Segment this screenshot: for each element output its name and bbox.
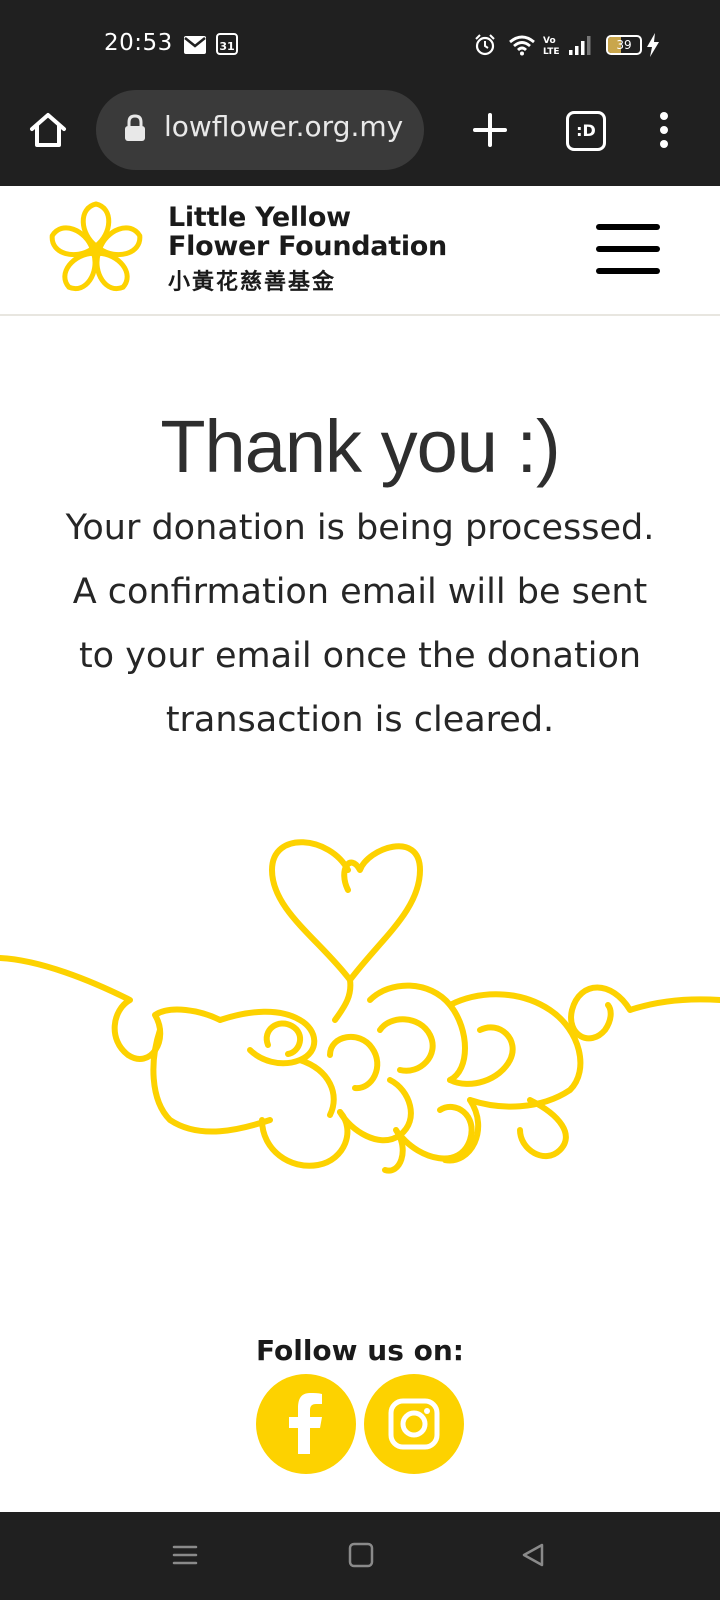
alarm-icon [475, 34, 495, 56]
battery-level: 39 [616, 38, 632, 52]
facebook-icon [289, 1393, 322, 1454]
tab-switcher-button[interactable]: :D [566, 111, 606, 151]
signal-icon [569, 36, 591, 55]
follow-us-label: Follow us on: [256, 1334, 464, 1367]
browser-toolbar: lowflower.org.my :D [0, 90, 720, 186]
url-text: lowflower.org.my [164, 110, 404, 143]
donation-message: Your donation is being processed. A conf… [65, 508, 655, 740]
back-triangle-icon[interactable] [520, 1542, 546, 1568]
tab-switcher-label: :D [576, 121, 596, 140]
battery-icon: 39 [606, 35, 642, 55]
charging-icon [647, 33, 659, 57]
instagram-icon [388, 1398, 440, 1450]
site-header: Little Yellow Flower Foundation 小黃花慈善基金 [0, 186, 720, 316]
svg-text:Vo: Vo [543, 36, 556, 46]
facebook-link[interactable] [256, 1374, 356, 1474]
wifi-icon [509, 35, 535, 56]
calendar-day: 31 [219, 40, 235, 53]
system-nav-bar [0, 1512, 720, 1600]
calendar-icon: 31 [216, 33, 238, 55]
plus-icon[interactable] [470, 110, 510, 150]
recents-icon[interactable] [172, 1542, 198, 1568]
lock-icon [125, 114, 145, 141]
flower-logo-icon[interactable] [40, 194, 152, 306]
status-time: 20:53 [104, 30, 173, 56]
heart-hands-illustration [0, 839, 720, 1174]
svg-text:LTE: LTE [543, 47, 560, 56]
status-bar: 20:53 31 Vo LTE 39 [0, 0, 720, 90]
home-icon[interactable] [28, 110, 68, 150]
mail-icon [184, 36, 206, 54]
home-square-icon[interactable] [348, 1542, 374, 1568]
hamburger-icon[interactable] [596, 224, 660, 274]
address-bar[interactable]: lowflower.org.my [96, 90, 424, 170]
instagram-link[interactable] [364, 1374, 464, 1474]
more-vert-icon[interactable] [648, 108, 680, 152]
volte-icon: Vo LTE [543, 36, 560, 56]
brand-name-line2[interactable]: Flower Foundation [168, 231, 447, 262]
brand-name-line1[interactable]: Little Yellow [168, 202, 351, 233]
page-title: Thank you :) [160, 405, 560, 488]
brand-name-chinese[interactable]: 小黃花慈善基金 [168, 264, 336, 296]
